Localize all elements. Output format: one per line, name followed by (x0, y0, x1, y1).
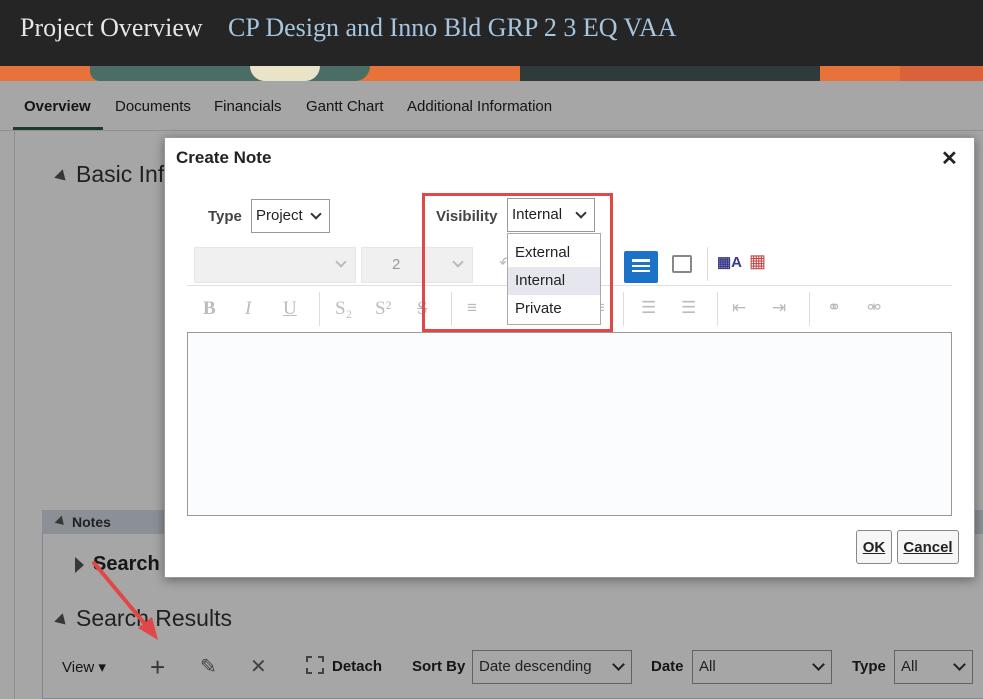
cancel-button[interactable]: Cancel (897, 530, 959, 564)
font-size-value: 2 (392, 256, 401, 273)
underline-icon[interactable]: U (283, 298, 297, 320)
numbered-list-icon[interactable]: ☰ (681, 298, 696, 318)
italic-icon[interactable]: I (245, 298, 251, 320)
dialog-title: Create Note (176, 148, 272, 167)
text-color-icon[interactable]: ▦A (717, 253, 742, 271)
bullet-list-icon[interactable]: ☰ (641, 298, 656, 318)
outdent-icon[interactable]: ⇤ (732, 298, 746, 318)
subscript-icon[interactable]: S₂ (335, 298, 352, 320)
source-mode-icon[interactable] (672, 255, 692, 273)
note-text-editor[interactable] (187, 332, 952, 516)
bold-icon[interactable]: B (203, 298, 216, 320)
header-banner-image (0, 66, 983, 81)
app-header: Project Overview CP Design and Inno Bld … (0, 0, 983, 66)
type-select[interactable]: Project (251, 199, 330, 233)
background-color-icon[interactable]: ▦ (749, 251, 766, 272)
chevron-down-icon (335, 256, 347, 268)
close-icon[interactable]: ✕ (941, 146, 958, 171)
project-name: CP Design and Inno Bld GRP 2 3 EQ VAA (228, 13, 677, 42)
type-label: Type (208, 208, 242, 225)
indent-icon[interactable]: ⇥ (772, 298, 786, 318)
page-title: Project Overview (20, 13, 203, 42)
superscript-icon[interactable]: S² (375, 298, 391, 320)
font-family-select[interactable] (194, 247, 356, 283)
type-value: Project (256, 207, 303, 224)
rich-text-mode-icon[interactable] (624, 251, 658, 283)
annotation-highlight-box (422, 193, 613, 332)
ok-button[interactable]: OK (856, 530, 892, 564)
link-icon[interactable]: ⚭ (827, 298, 841, 318)
unlink-icon[interactable]: ⚮ (867, 298, 881, 318)
chevron-down-icon (310, 208, 322, 220)
